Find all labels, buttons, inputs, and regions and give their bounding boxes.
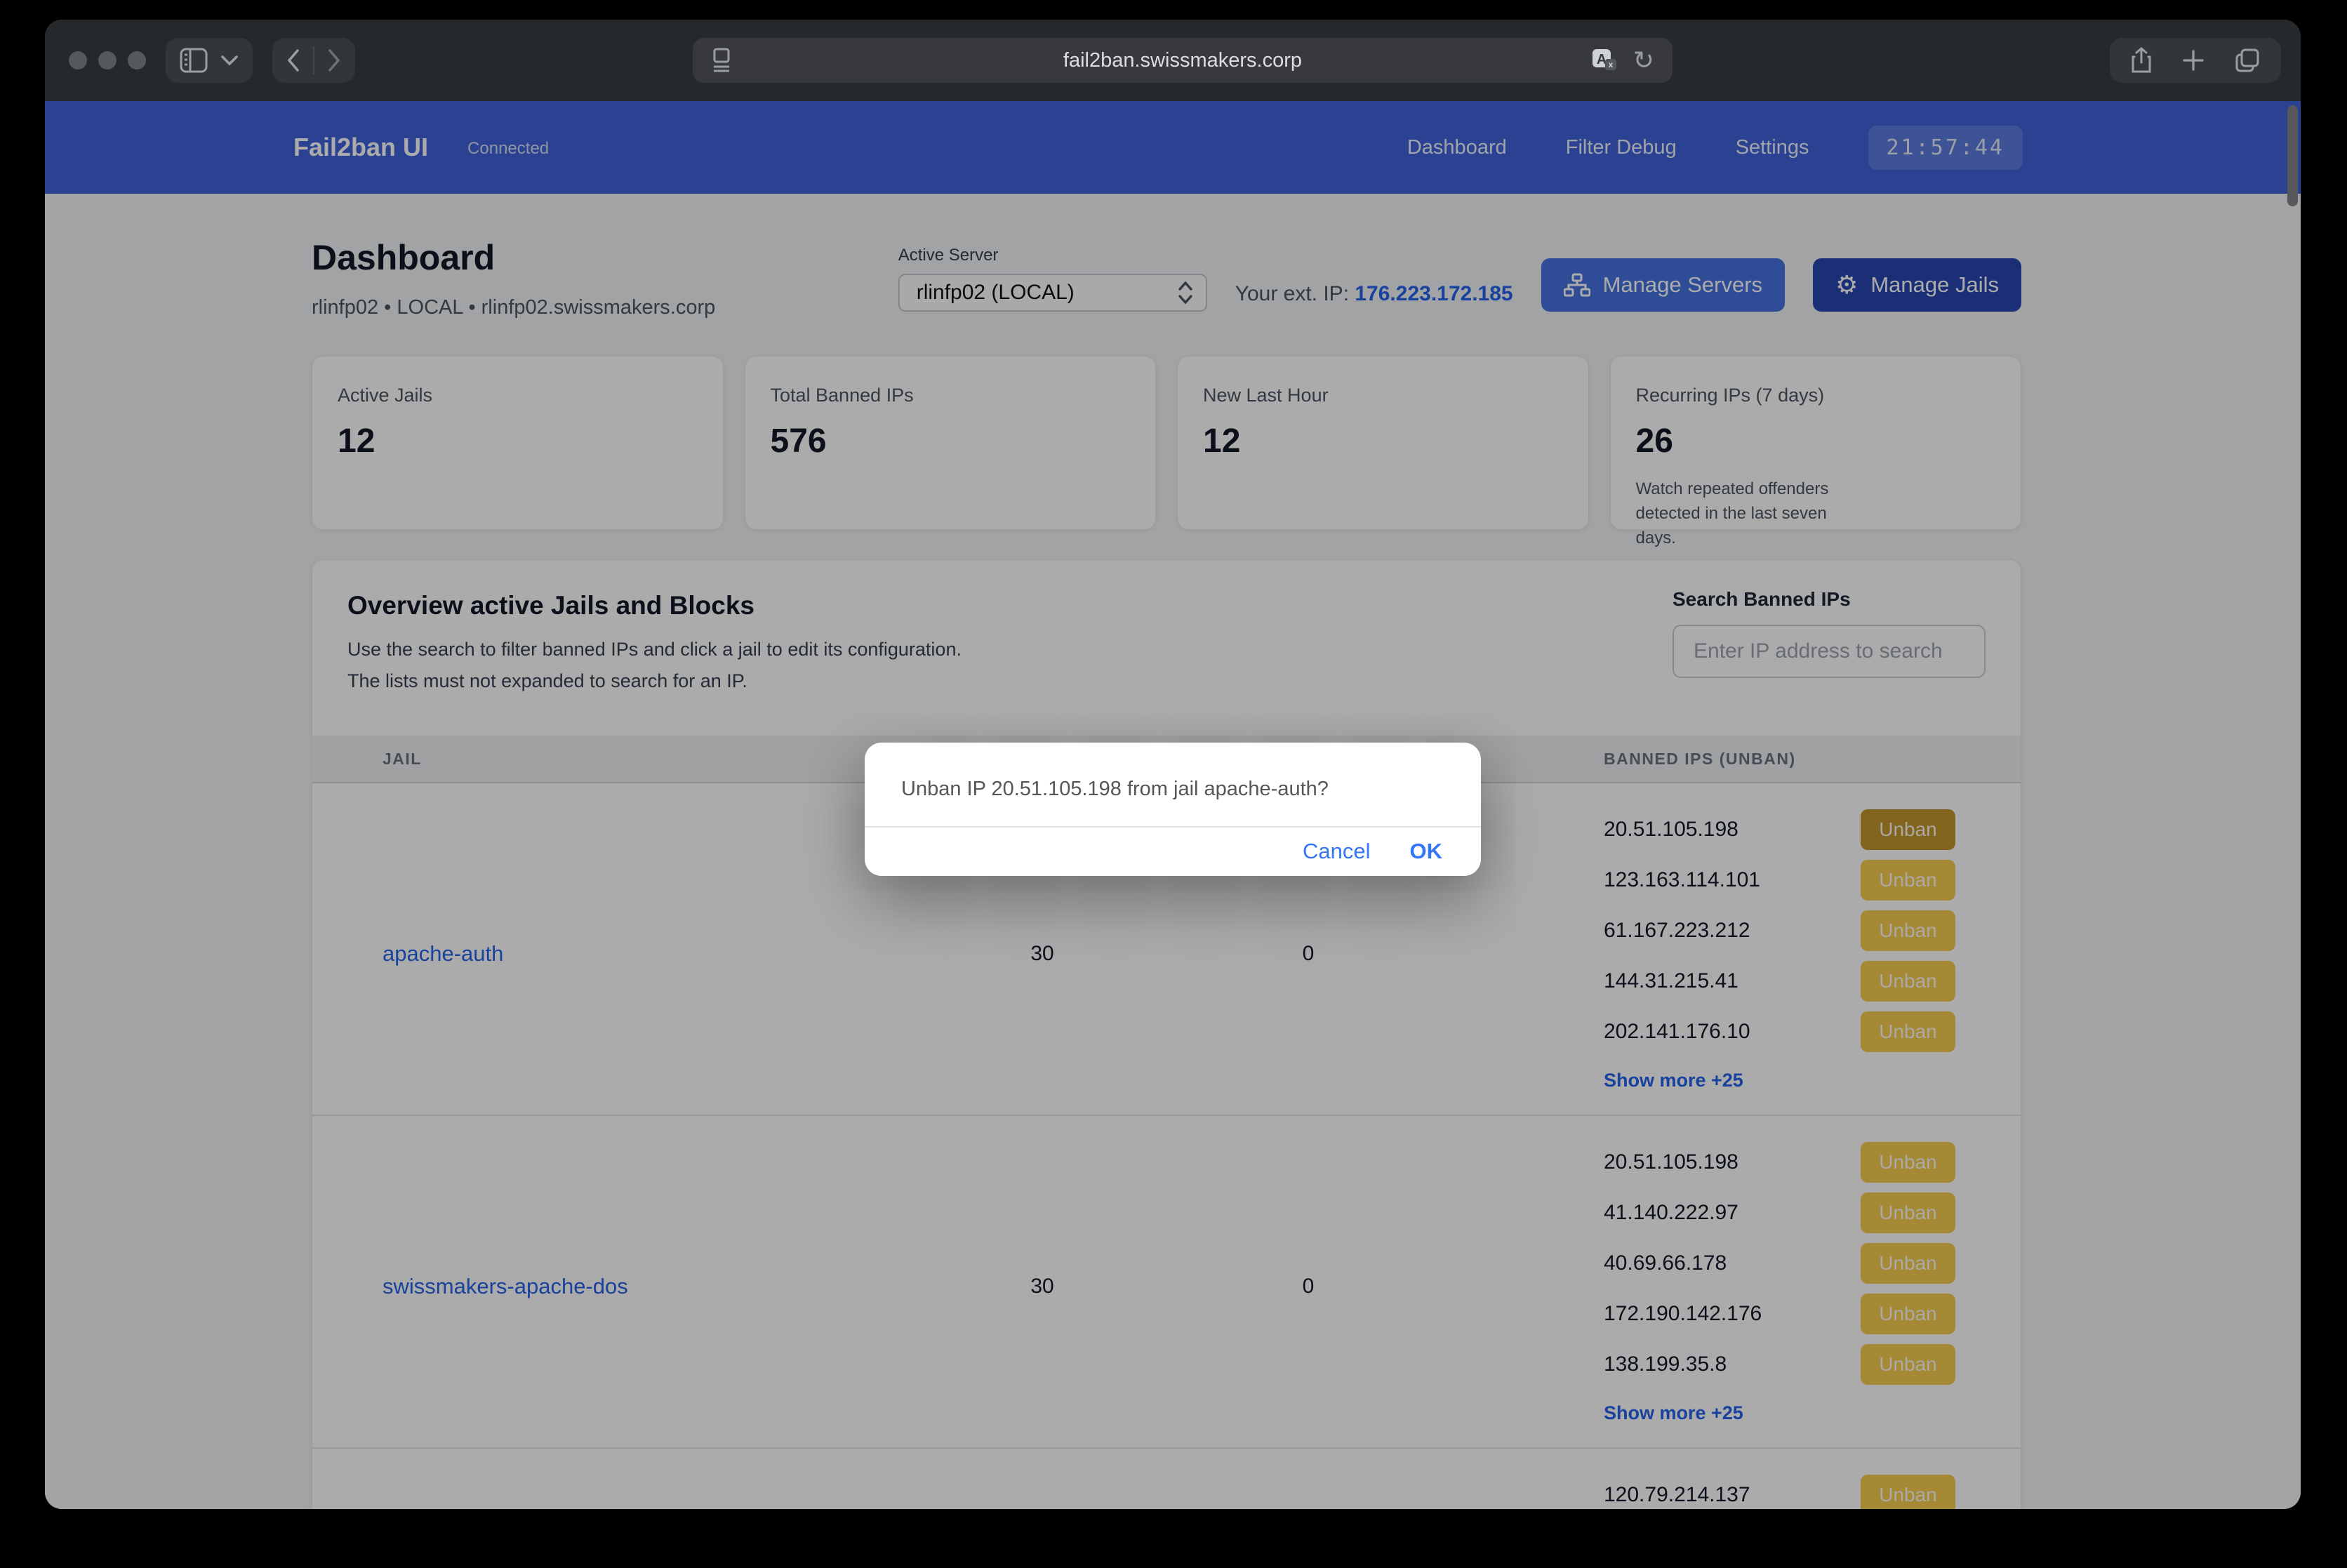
minimize-window-button[interactable] [98,51,117,69]
history-navigation [272,38,355,83]
zoom-window-button[interactable] [128,51,146,69]
browser-window: fail2ban.swissmakers.corp A x ↻ [45,20,2301,1509]
sidebar-icon[interactable] [180,48,208,73]
toolbar-right [2110,38,2281,83]
cancel-button[interactable]: Cancel [1303,839,1371,864]
web-content: Fail2ban UI Connected Dashboard Filter D… [45,101,2301,1509]
url-text[interactable]: fail2ban.swissmakers.corp [693,49,1673,72]
unban-confirm-dialog: Unban IP 20.51.105.198 from jail apache-… [865,743,1481,876]
tab-overview-icon[interactable] [2235,48,2260,73]
reload-icon[interactable]: ↻ [1633,46,1654,75]
new-tab-icon[interactable] [2183,50,2204,71]
sidebar-control [166,38,253,83]
scrollbar-thumb[interactable] [2287,105,2298,206]
forward-icon[interactable] [327,48,341,72]
svg-text:x: x [1608,60,1613,69]
dialog-message: Unban IP 20.51.105.198 from jail apache-… [865,743,1481,801]
chevron-down-icon[interactable] [220,55,239,66]
translate-icon[interactable]: A x [1591,46,1618,75]
back-icon[interactable] [286,48,300,72]
divider [313,46,314,74]
share-icon[interactable] [2131,47,2152,74]
address-bar[interactable]: fail2ban.swissmakers.corp A x ↻ [693,38,1673,83]
ok-button[interactable]: OK [1410,839,1443,864]
window-controls [69,51,146,69]
browser-titlebar: fail2ban.swissmakers.corp A x ↻ [45,20,2301,101]
close-window-button[interactable] [69,51,87,69]
